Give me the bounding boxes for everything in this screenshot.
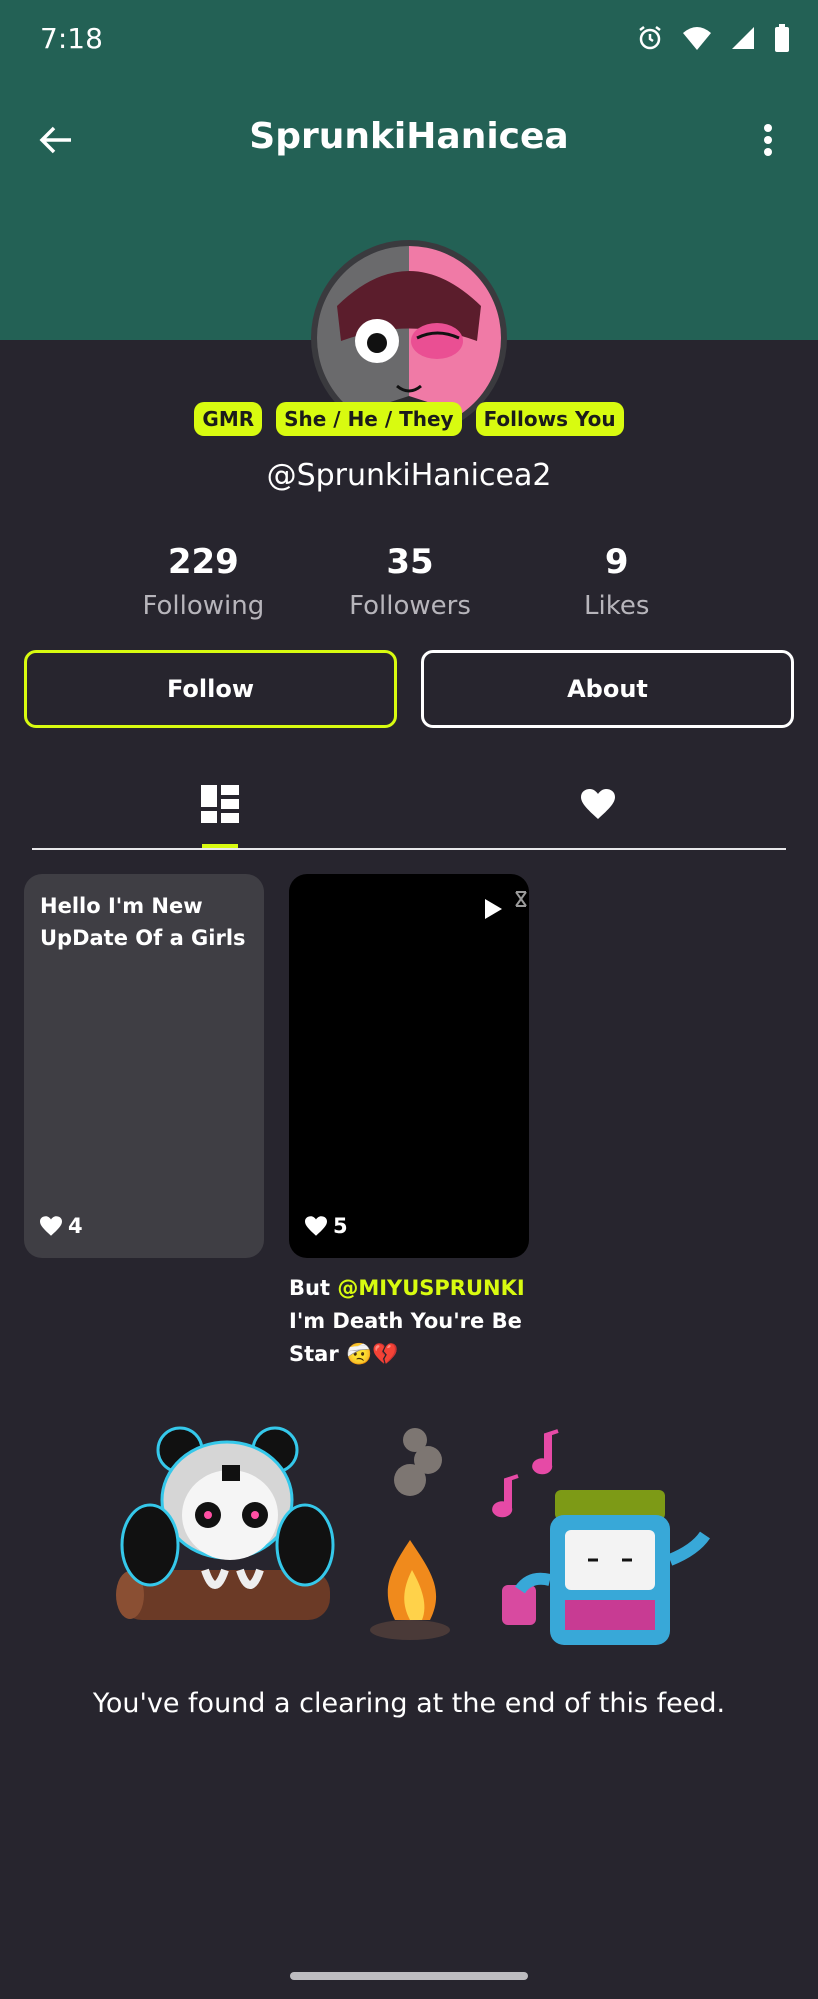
- status-time: 7:18: [40, 22, 103, 55]
- post-card-text[interactable]: Hello I'm New UpDate Of a Girls 4: [24, 874, 264, 1258]
- more-options-button[interactable]: [742, 114, 794, 166]
- heart-icon: [305, 1216, 327, 1236]
- status-icons: [636, 24, 790, 52]
- heart-icon: [40, 1216, 62, 1236]
- stat-followers-label: Followers: [349, 591, 471, 621]
- badge-follows-you: Follows You: [475, 402, 624, 436]
- profile-handle: @SprunkiHanicea2: [266, 458, 552, 493]
- signal-icon: [732, 27, 754, 49]
- profile-badges: GMR She / He / They Follows You: [0, 402, 818, 436]
- alarm-icon: [639, 26, 661, 50]
- caption-mention-link[interactable]: @MIYUSPRUNKI: [337, 1276, 524, 1300]
- profile-actions: Follow About: [24, 650, 794, 728]
- heart-icon: [581, 789, 615, 819]
- feed-end-illustration: [116, 1426, 710, 1645]
- stat-following-label: Following: [142, 591, 265, 621]
- more-vert-icon: [764, 124, 772, 156]
- stat-likes-count: 9: [604, 542, 629, 582]
- stat-followers-count: 35: [386, 542, 434, 582]
- post-likes: 5: [305, 1214, 348, 1238]
- post-text: Hello I'm New UpDate Of a Girls: [40, 894, 246, 950]
- tab-liked[interactable]: [538, 760, 658, 848]
- home-indicator[interactable]: [290, 1972, 528, 1980]
- post-caption: But @MIYUSPRUNKI I'm Death You're Be Sta…: [289, 1272, 529, 1371]
- post-card-video[interactable]: 5: [289, 874, 529, 1258]
- badge-pronouns: She / He / They: [276, 402, 462, 436]
- post-like-count: 4: [68, 1214, 83, 1238]
- follow-button[interactable]: Follow: [24, 650, 397, 728]
- tab-posts[interactable]: [160, 760, 280, 848]
- caption-prefix: But: [289, 1276, 338, 1300]
- stat-followers[interactable]: 35 Followers: [307, 538, 514, 626]
- play-icon: [485, 899, 502, 919]
- status-bar: 7:18: [0, 0, 818, 80]
- stat-likes: 9 Likes: [513, 538, 720, 626]
- profile-tabs: [32, 760, 786, 850]
- active-tab-indicator: [202, 844, 238, 848]
- badge-gmr: GMR: [194, 402, 263, 436]
- mute-icon: [515, 891, 527, 907]
- page-title: SprunkiHanicea: [249, 116, 569, 157]
- stat-following-count: 229: [167, 542, 239, 582]
- stat-following[interactable]: 229 Following: [100, 538, 307, 626]
- stat-likes-label: Likes: [583, 591, 650, 621]
- caption-text: I'm Death You're Be Star 🤕💔: [289, 1309, 522, 1366]
- about-button[interactable]: About: [421, 650, 794, 728]
- feed-end-message: You've found a clearing at the end of th…: [92, 1688, 726, 1719]
- post-like-count: 5: [333, 1214, 348, 1238]
- post-likes: 4: [40, 1214, 83, 1238]
- wifi-icon: [683, 27, 711, 50]
- battery-icon: [775, 24, 789, 52]
- top-app-bar: SprunkiHanicea: [0, 100, 818, 180]
- dashboard-grid-icon: [201, 785, 239, 823]
- profile-stats: 229 Following 35 Followers 9 Likes: [100, 538, 720, 626]
